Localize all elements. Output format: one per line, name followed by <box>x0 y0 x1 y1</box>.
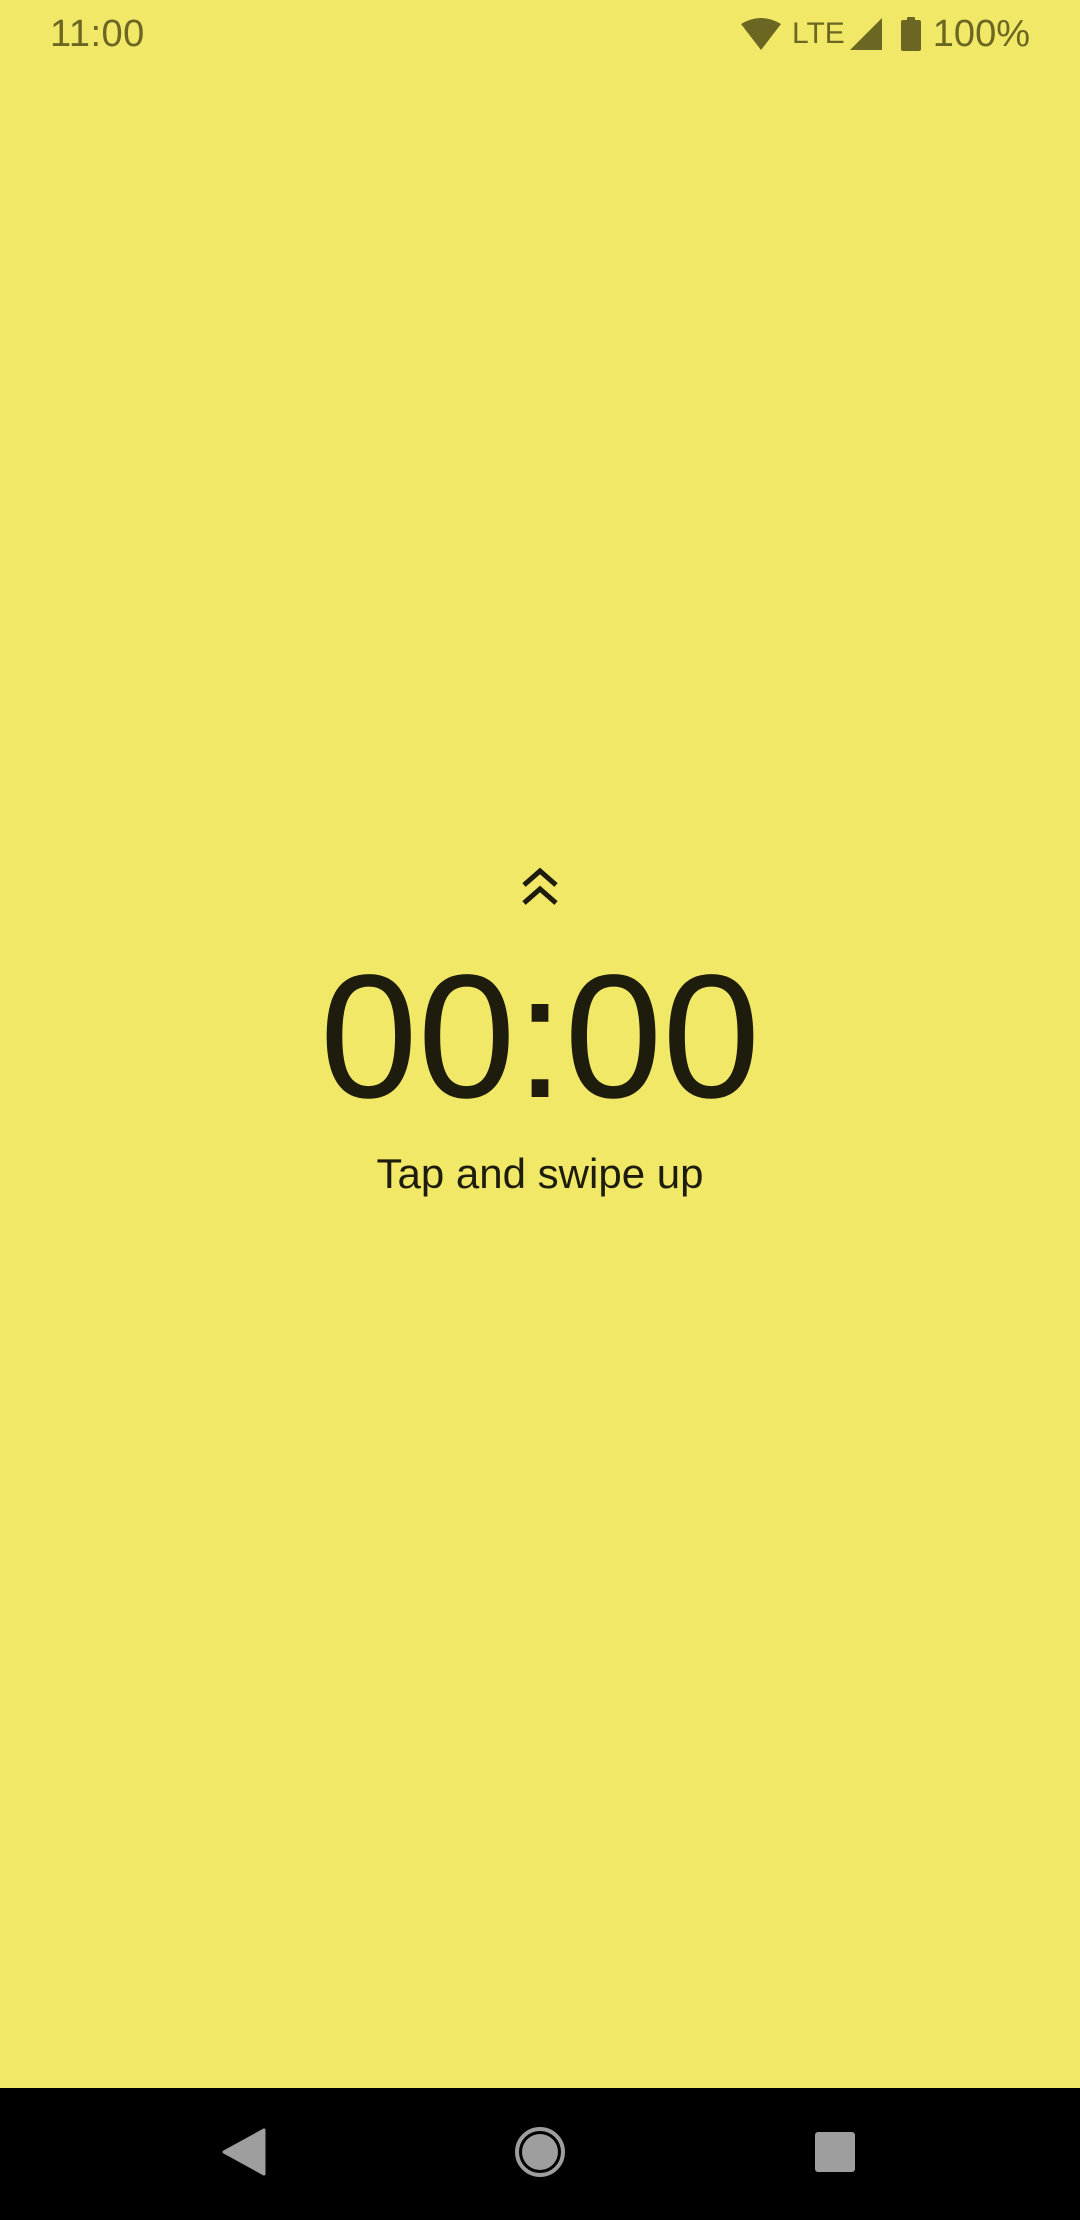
swipe-hint: Tap and swipe up <box>376 1150 704 1197</box>
swipe-up-area[interactable]: 00:00 Tap and swipe up <box>0 850 1080 1210</box>
double-chevron-up-icon <box>519 866 561 913</box>
network-type-label: LTE <box>792 17 845 50</box>
home-icon <box>514 2126 566 2183</box>
status-icons: LTE 100% <box>740 12 1030 56</box>
recents-icon <box>813 2130 857 2179</box>
back-icon <box>222 2128 266 2181</box>
status-bar: 11:00 LTE 100% <box>0 0 1080 70</box>
recents-button[interactable] <box>787 2106 883 2202</box>
signal-icon <box>849 17 883 51</box>
status-time: 11:00 <box>50 13 145 55</box>
home-button[interactable] <box>492 2106 588 2202</box>
back-button[interactable] <box>196 2106 292 2202</box>
timer-display: 00:00 <box>319 939 761 1135</box>
battery-icon <box>900 17 921 51</box>
battery-percent: 100% <box>932 13 1030 55</box>
navigation-bar <box>0 2088 1080 2220</box>
wifi-icon <box>740 17 782 51</box>
